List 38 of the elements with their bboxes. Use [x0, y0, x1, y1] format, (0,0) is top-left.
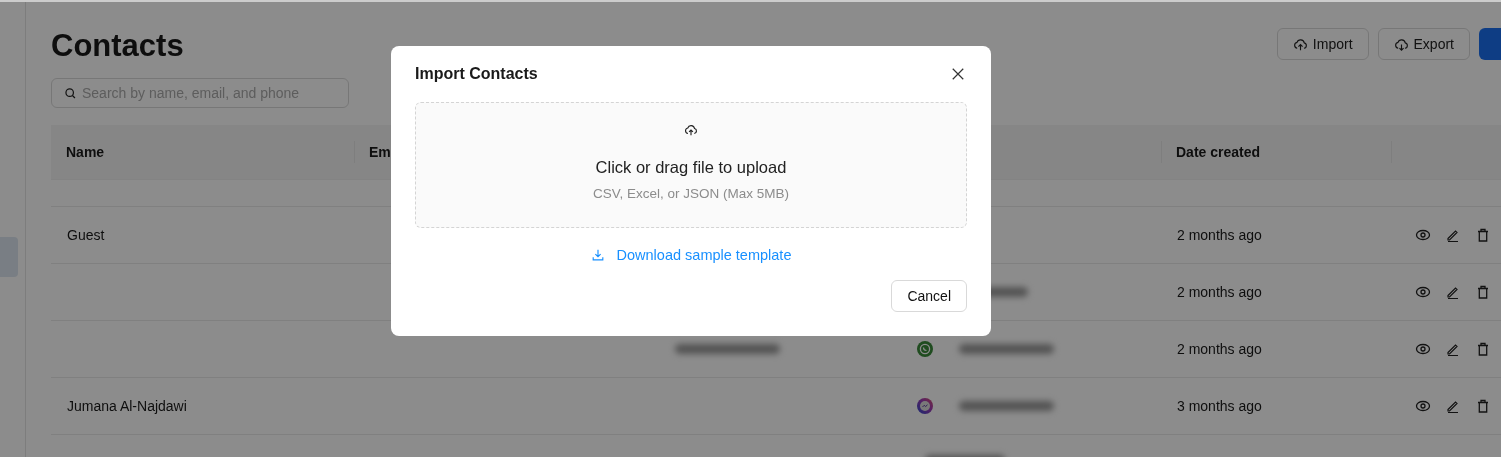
edit-icon[interactable]	[1445, 284, 1461, 300]
chat-bubble-icon	[917, 341, 933, 357]
eye-icon[interactable]	[1415, 398, 1431, 414]
download-template-link[interactable]: Download sample template	[590, 247, 792, 263]
column-header: Em	[369, 144, 391, 160]
cloud-upload-icon	[1292, 36, 1308, 52]
close-icon	[951, 67, 965, 81]
cloud-upload-icon	[684, 123, 698, 137]
table-cell: 2 months ago	[1177, 227, 1262, 243]
import-button[interactable]: Import	[1276, 28, 1369, 60]
eye-icon[interactable]	[1415, 284, 1431, 300]
table-cell: 2 months ago	[1177, 341, 1262, 357]
search-icon	[64, 86, 77, 100]
edit-icon[interactable]	[1445, 341, 1461, 357]
upload-dropzone[interactable]: Click or drag file to upload CSV, Excel, or JSON (Max 5MB)	[415, 102, 967, 228]
edit-icon[interactable]	[1445, 398, 1461, 414]
table-cell: Guest	[67, 227, 105, 243]
trash-icon[interactable]	[1475, 341, 1491, 357]
page-title: Contacts	[51, 28, 184, 64]
trash-icon[interactable]	[1475, 227, 1491, 243]
dialog-title: Import Contacts	[415, 65, 538, 83]
trash-icon[interactable]	[1475, 284, 1491, 300]
upload-hint: CSV, Excel, or JSON (Max 5MB)	[592, 186, 789, 201]
cancel-button[interactable]: Cancel	[891, 280, 967, 312]
eye-icon[interactable]	[1415, 227, 1431, 243]
edit-icon[interactable]	[1445, 227, 1461, 243]
cloud-download-icon	[1393, 36, 1409, 52]
column-header: Name	[66, 144, 105, 160]
export-button[interactable]: Export	[1377, 28, 1470, 60]
table-cell: Jumana Al-Najdawi	[67, 398, 187, 414]
table-cell: 2 months ago	[1177, 284, 1262, 300]
trash-icon[interactable]	[1475, 398, 1491, 414]
upload-title: Click or drag file to upload	[595, 158, 787, 177]
download-icon	[590, 248, 605, 262]
column-header: Date created	[1176, 144, 1261, 160]
table-cell: 3 months ago	[1177, 398, 1262, 414]
chat-bubble-icon	[917, 398, 933, 414]
eye-icon[interactable]	[1415, 341, 1431, 357]
